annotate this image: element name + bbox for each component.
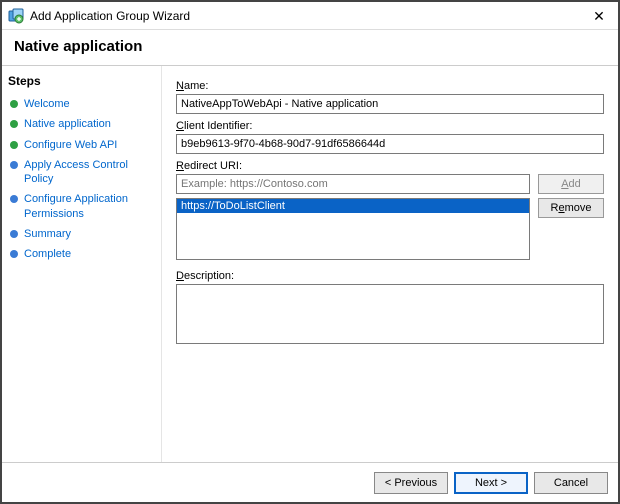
steps-sidebar: Steps Welcome Native application Configu… xyxy=(2,66,162,466)
bullet-icon xyxy=(10,230,18,238)
step-label: Summary xyxy=(24,227,71,241)
add-button[interactable]: Add xyxy=(538,174,604,194)
name-input[interactable] xyxy=(176,94,604,114)
bullet-icon xyxy=(10,120,18,128)
client-id-input[interactable] xyxy=(176,134,604,154)
description-label: Description: xyxy=(176,270,604,282)
redirect-uri-input[interactable] xyxy=(176,174,530,194)
app-icon xyxy=(8,8,24,24)
next-button[interactable]: Next > xyxy=(454,472,528,494)
step-complete[interactable]: Complete xyxy=(8,244,155,264)
form-panel: Name: Client Identifier: Redirect URI: A… xyxy=(162,66,618,466)
main-area: Steps Welcome Native application Configu… xyxy=(2,66,618,466)
step-configure-application-permissions[interactable]: Configure Application Permissions xyxy=(8,189,155,224)
bullet-icon xyxy=(10,100,18,108)
window-title: Add Application Group Wizard xyxy=(30,9,190,23)
title-bar: Add Application Group Wizard ✕ xyxy=(2,2,618,30)
redirect-uri-list[interactable]: https://ToDoListClient xyxy=(176,198,530,260)
page-heading: Native application xyxy=(2,30,618,66)
bullet-icon xyxy=(10,141,18,149)
step-label: Apply Access Control Policy xyxy=(24,158,155,187)
bullet-icon xyxy=(10,250,18,258)
redirect-uri-item[interactable]: https://ToDoListClient xyxy=(177,199,529,213)
step-apply-access-control-policy[interactable]: Apply Access Control Policy xyxy=(8,155,155,190)
step-label: Configure Application Permissions xyxy=(24,192,155,221)
step-label: Welcome xyxy=(24,97,70,111)
cancel-button[interactable]: Cancel xyxy=(534,472,608,494)
step-label: Complete xyxy=(24,247,71,261)
bullet-icon xyxy=(10,195,18,203)
client-id-label: Client Identifier: xyxy=(176,120,604,132)
close-button[interactable]: ✕ xyxy=(586,6,612,26)
step-label: Native application xyxy=(24,117,111,131)
bullet-icon xyxy=(10,161,18,169)
steps-title: Steps xyxy=(8,74,155,88)
step-label: Configure Web API xyxy=(24,138,117,152)
description-input[interactable] xyxy=(176,284,604,344)
previous-button[interactable]: < Previous xyxy=(374,472,448,494)
redirect-uri-label: Redirect URI: xyxy=(176,160,604,172)
step-welcome[interactable]: Welcome xyxy=(8,94,155,114)
wizard-footer: < Previous Next > Cancel xyxy=(2,462,618,502)
step-configure-web-api[interactable]: Configure Web API xyxy=(8,135,155,155)
step-native-application[interactable]: Native application xyxy=(8,114,155,134)
step-summary[interactable]: Summary xyxy=(8,224,155,244)
remove-button[interactable]: Remove xyxy=(538,198,604,218)
name-label: Name: xyxy=(176,80,604,92)
